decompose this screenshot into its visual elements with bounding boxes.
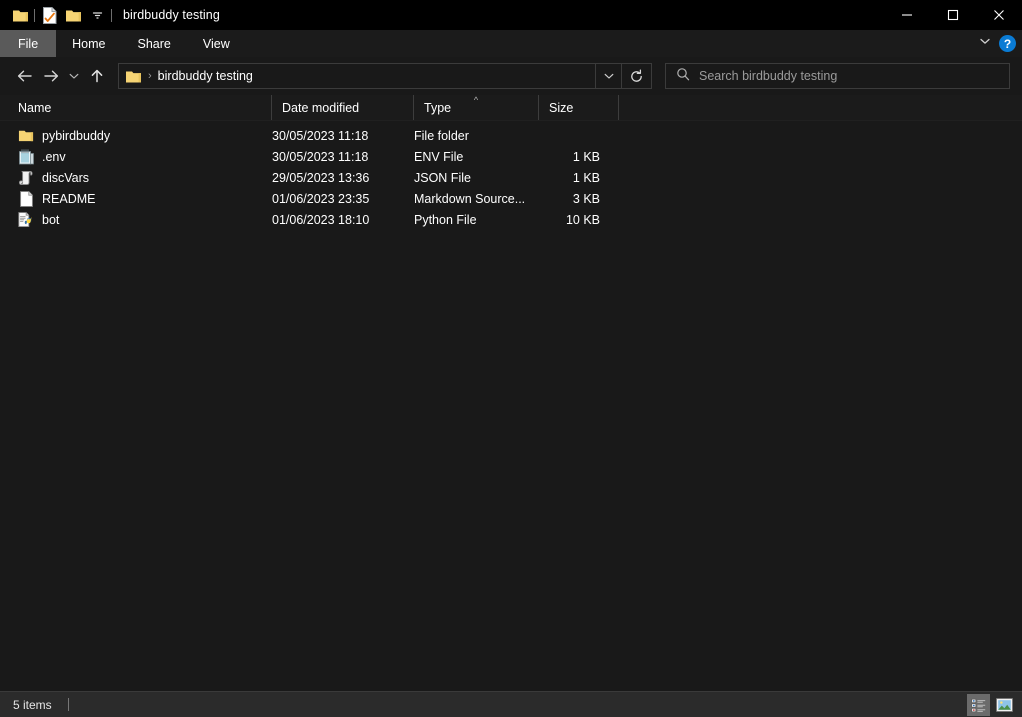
- file-name-label: discVars: [42, 170, 90, 185]
- recent-locations-button[interactable]: [64, 63, 84, 89]
- new-folder-button[interactable]: [61, 3, 85, 27]
- large-icons-view-button[interactable]: [993, 694, 1016, 716]
- details-view-button[interactable]: [967, 694, 990, 716]
- up-one-level-button[interactable]: [84, 63, 110, 89]
- column-header-name[interactable]: Name: [0, 95, 272, 120]
- address-dropdown-button[interactable]: [595, 64, 621, 88]
- tab-share[interactable]: Share: [122, 30, 187, 57]
- status-separator: [67, 698, 69, 711]
- search-icon: [676, 67, 690, 86]
- table-row[interactable]: bot 01/06/2023 18:10 Python File 10 KB: [0, 209, 1022, 230]
- file-name-cell[interactable]: README: [0, 190, 272, 207]
- column-header-type-label: Type: [424, 100, 452, 115]
- title-bar: birdbuddy testing: [0, 0, 1022, 30]
- back-button[interactable]: [12, 63, 38, 89]
- notepad-file-icon: [18, 148, 34, 165]
- file-type-cell: ENV File: [414, 149, 464, 164]
- sort-ascending-icon: ^: [473, 95, 479, 105]
- file-name-cell[interactable]: .env: [0, 148, 272, 165]
- python-file-icon: [18, 211, 34, 228]
- json-scroll-file-icon: [18, 170, 34, 186]
- table-row[interactable]: pybirdbuddy 30/05/2023 11:18 File folder: [0, 125, 1022, 146]
- file-size-cell: 1 KB: [572, 149, 600, 164]
- view-mode-buttons: [967, 692, 1016, 717]
- properties-button[interactable]: [37, 3, 61, 27]
- column-header-date-modified[interactable]: Date modified: [272, 95, 414, 120]
- file-type-cell: JSON File: [414, 170, 471, 185]
- customize-quick-access-toolbar-button[interactable]: [85, 3, 109, 27]
- ribbon-right-controls: ?: [978, 30, 1016, 57]
- tab-view[interactable]: View: [187, 30, 246, 57]
- column-header-type[interactable]: ^ Type: [414, 95, 539, 120]
- window-controls: [884, 0, 1022, 30]
- file-type-cell: Python File: [414, 212, 477, 227]
- file-list[interactable]: pybirdbuddy 30/05/2023 11:18 File folder…: [0, 121, 1022, 691]
- file-name-label: README: [42, 191, 96, 206]
- file-name-cell[interactable]: pybirdbuddy: [0, 128, 272, 144]
- item-count-label: 5 items: [13, 697, 52, 712]
- close-button[interactable]: [976, 0, 1022, 30]
- address-bar-row: › birdbuddy testing Search birdbuddy tes…: [0, 57, 1022, 95]
- search-input[interactable]: Search birdbuddy testing: [699, 69, 837, 83]
- file-date-cell: 01/06/2023 23:35: [272, 191, 370, 206]
- file-size-cell: 1 KB: [572, 170, 600, 185]
- file-size-cell: 10 KB: [565, 212, 600, 227]
- ribbon-tab-strip: File Home Share View ?: [0, 30, 1022, 57]
- file-date-cell: 29/05/2023 13:36: [272, 170, 370, 185]
- file-date-cell: 30/05/2023 11:18: [272, 149, 369, 164]
- file-size-cell: 3 KB: [572, 191, 600, 206]
- table-row[interactable]: README 01/06/2023 23:35 Markdown Source.…: [0, 188, 1022, 209]
- refresh-button[interactable]: [622, 63, 652, 89]
- file-date-cell: 30/05/2023 11:18: [272, 128, 369, 143]
- maximize-button[interactable]: [930, 0, 976, 30]
- search-box[interactable]: Search birdbuddy testing: [665, 63, 1010, 89]
- blank-document-icon: [18, 190, 34, 207]
- column-headers: Name Date modified ^ Type Size: [0, 95, 1022, 121]
- file-name-label: bot: [42, 212, 60, 227]
- file-type-cell: File folder: [414, 128, 469, 143]
- minimize-button[interactable]: [884, 0, 930, 30]
- column-header-size[interactable]: Size: [539, 95, 619, 120]
- status-bar: 5 items: [0, 691, 1022, 717]
- address-bar[interactable]: › birdbuddy testing: [118, 63, 622, 89]
- file-type-cell: Markdown Source...: [414, 191, 526, 206]
- forward-button[interactable]: [38, 63, 64, 89]
- file-date-cell: 01/06/2023 18:10: [272, 212, 370, 227]
- pin-to-quick-access-button[interactable]: [8, 3, 32, 27]
- table-row[interactable]: discVars 29/05/2023 13:36 JSON File 1 KB: [0, 167, 1022, 188]
- file-name-label: pybirdbuddy: [42, 128, 111, 143]
- file-name-cell[interactable]: discVars: [0, 170, 272, 186]
- tab-home[interactable]: Home: [56, 30, 121, 57]
- breadcrumb-separator[interactable]: ›: [145, 70, 158, 82]
- table-row[interactable]: .env 30/05/2023 11:18 ENV File 1 KB: [0, 146, 1022, 167]
- toolbar-separator-2: [109, 8, 114, 22]
- file-explorer-window: birdbuddy testing File Home Share View ?…: [0, 0, 1022, 717]
- breadcrumb-folder-icon: [125, 69, 142, 84]
- breadcrumb-current-folder[interactable]: birdbuddy testing: [158, 69, 253, 83]
- quick-access-toolbar: [0, 0, 114, 30]
- folder-icon: [18, 128, 34, 144]
- tab-file[interactable]: File: [0, 30, 57, 57]
- expand-ribbon-button[interactable]: [978, 34, 992, 53]
- file-name-cell[interactable]: bot: [0, 211, 272, 228]
- file-name-label: .env: [42, 149, 66, 164]
- help-question-icon[interactable]: ?: [999, 35, 1016, 52]
- window-title: birdbuddy testing: [123, 8, 220, 22]
